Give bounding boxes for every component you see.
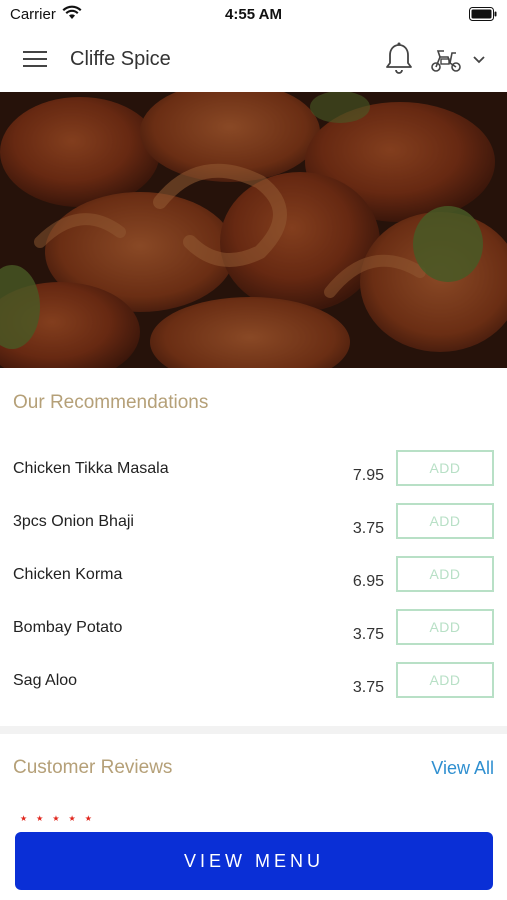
add-button[interactable]: ADD bbox=[396, 662, 494, 698]
list-item: Sag Aloo 3.75 ADD bbox=[0, 662, 507, 725]
recommendations-title: Our Recommendations bbox=[13, 392, 209, 413]
item-name: Bombay Potato bbox=[13, 619, 123, 636]
star-rating: ★★★★★ bbox=[20, 814, 101, 823]
add-button[interactable]: ADD bbox=[396, 450, 494, 486]
restaurant-title: Cliffe Spice bbox=[70, 48, 171, 70]
item-name: 3pcs Onion Bhaji bbox=[13, 513, 134, 530]
app-header: Cliffe Spice bbox=[0, 28, 507, 92]
item-price: 3.75 bbox=[352, 679, 384, 696]
recommendations-section: Our Recommendations Chicken Tikka Masala… bbox=[0, 368, 507, 726]
bell-icon[interactable] bbox=[383, 42, 415, 76]
status-time: 4:55 AM bbox=[225, 6, 282, 23]
prawn-dish-photo bbox=[0, 92, 507, 368]
add-button[interactable]: ADD bbox=[396, 503, 494, 539]
item-price: 3.75 bbox=[352, 520, 384, 537]
battery-icon bbox=[469, 7, 497, 26]
item-name: Chicken Tikka Masala bbox=[13, 460, 169, 477]
item-price: 3.75 bbox=[352, 626, 384, 643]
hero-image bbox=[0, 92, 507, 368]
view-all-link[interactable]: View All bbox=[431, 758, 494, 779]
view-menu-button[interactable]: VIEW MENU bbox=[15, 832, 493, 890]
item-name: Chicken Korma bbox=[13, 566, 123, 583]
section-divider bbox=[0, 726, 507, 734]
item-price: 7.95 bbox=[352, 467, 384, 484]
item-price: 6.95 bbox=[352, 573, 384, 590]
add-button[interactable]: ADD bbox=[396, 609, 494, 645]
chevron-down-icon[interactable] bbox=[470, 50, 488, 68]
status-bar: Carrier 4:55 AM bbox=[0, 0, 507, 28]
menu-icon[interactable] bbox=[20, 46, 50, 72]
scooter-icon[interactable] bbox=[428, 45, 464, 75]
reviews-title: Customer Reviews bbox=[13, 757, 173, 778]
item-name: Sag Aloo bbox=[13, 672, 78, 689]
add-button[interactable]: ADD bbox=[396, 556, 494, 592]
